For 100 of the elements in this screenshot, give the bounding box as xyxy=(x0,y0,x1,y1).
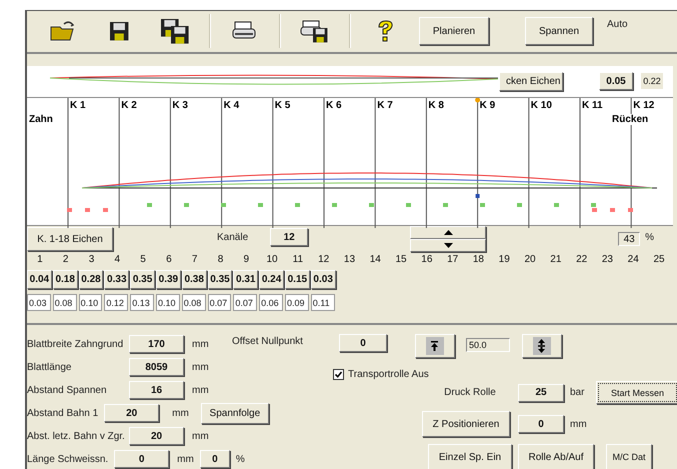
sequence-button[interactable]: Spannfolge xyxy=(200,402,269,424)
action-button[interactable]: Rolle Ab/Auf xyxy=(518,444,594,469)
pressure-label: Druck Rolle xyxy=(444,387,496,398)
channel-number: 17 xyxy=(446,253,460,268)
move-center-button[interactable] xyxy=(522,334,562,358)
channel-number: 24 xyxy=(626,253,640,268)
setting-label: Abstand Bahn 1 xyxy=(27,408,98,419)
channel-label: K 8 xyxy=(428,100,444,111)
calibrate-all-button[interactable]: K. 1-18 Eichen xyxy=(27,227,113,252)
action-button[interactable]: Einzel Sp. Ein xyxy=(428,444,512,469)
toolbar-button[interactable]: Planieren xyxy=(419,17,489,46)
transport-checkbox[interactable] xyxy=(333,368,344,380)
set-value-field[interactable]: 0.10 xyxy=(156,294,180,312)
channel-number: 18 xyxy=(472,253,485,268)
setting-label: Abstand Spannen xyxy=(27,384,108,396)
reading-field: 0.22 xyxy=(641,73,663,90)
tooth-side-label: Zahn xyxy=(29,114,53,125)
channel-label: K 10 xyxy=(530,100,552,111)
set-value-field[interactable]: 0.10 xyxy=(78,294,102,312)
channel-label: K 7 xyxy=(377,100,393,111)
measured-value: 0.31 xyxy=(233,270,258,290)
step-field[interactable]: 50.0 xyxy=(466,338,510,352)
pressure-field: 25 xyxy=(518,384,564,402)
mode-label: Auto xyxy=(607,19,628,30)
measured-value: 0.35 xyxy=(208,270,232,290)
percent-unit: % xyxy=(645,232,654,244)
channel-number: 16 xyxy=(420,253,434,268)
channel-number: 10 xyxy=(266,253,279,268)
start-measuring-button[interactable]: Start Messen xyxy=(596,381,677,404)
setting-field: 170 xyxy=(129,335,184,354)
channel-number: 11 xyxy=(292,253,304,268)
down-arrow-icon xyxy=(444,243,453,248)
set-value-field[interactable]: 0.12 xyxy=(104,294,128,312)
channel-number: 9 xyxy=(242,253,250,268)
channel-number: 4 xyxy=(114,253,122,268)
channel-number: 21 xyxy=(549,253,562,268)
save-all-icon xyxy=(160,18,190,44)
channels-field: 12 xyxy=(270,228,308,246)
channel-number: 22 xyxy=(575,253,588,268)
channel-number: 2 xyxy=(62,253,70,268)
unit-label: bar xyxy=(570,387,586,398)
channel-number: 20 xyxy=(523,253,537,268)
channel-number: 14 xyxy=(368,253,382,268)
set-value-field[interactable]: 0.03 xyxy=(27,294,51,312)
set-value-field[interactable]: 0.11 xyxy=(310,294,335,312)
toolbar-button[interactable]: Spannen xyxy=(525,17,593,46)
channels-label: Kanäle xyxy=(217,232,248,244)
setting-field: 0 xyxy=(200,450,230,468)
measured-value: 0.04 xyxy=(27,270,52,290)
channel-label: K 2 xyxy=(121,100,137,111)
measured-value: 0.18 xyxy=(52,270,78,290)
channel-label: K 11 xyxy=(582,100,603,111)
measured-value: 0.35 xyxy=(130,270,155,290)
channel-label: K 6 xyxy=(326,100,342,111)
channel-label: K 9 xyxy=(480,100,496,111)
channel-label: K 5 xyxy=(274,100,290,111)
measured-value: 0.03 xyxy=(310,270,336,290)
z-position-button[interactable]: Z Positionieren xyxy=(422,411,510,438)
channel-number: 19 xyxy=(498,253,511,268)
offset-field: 0 xyxy=(338,334,387,352)
set-value-field[interactable]: 0.08 xyxy=(182,294,206,312)
channel-number: 23 xyxy=(600,253,614,268)
setting-field: 8059 xyxy=(129,358,184,376)
action-button[interactable]: M/C Dat xyxy=(606,444,652,469)
set-value-field[interactable]: 0.13 xyxy=(130,294,154,312)
setting-field: 20 xyxy=(104,404,160,422)
unit-label: mm xyxy=(177,454,194,465)
z-position-field: 0 xyxy=(518,415,564,434)
setting-field: 0 xyxy=(114,450,170,468)
channel-number: 3 xyxy=(88,253,96,268)
unit-label: mm xyxy=(192,362,209,373)
unit-label: mm xyxy=(192,430,209,442)
set-value-field[interactable]: 0.08 xyxy=(52,294,77,312)
set-value-field[interactable]: 0.06 xyxy=(259,294,283,312)
scroll-down-button[interactable] xyxy=(410,239,486,252)
transport-label: Transportrolle Aus xyxy=(348,368,429,380)
set-value-field[interactable]: 0.07 xyxy=(208,294,232,312)
set-value-field[interactable]: 0.09 xyxy=(284,294,309,312)
channel-number: 1 xyxy=(36,253,44,268)
back-side-label: Rücken xyxy=(611,114,650,125)
offset-label: Offset Nullpunkt xyxy=(232,336,303,348)
calibrate-button[interactable]: cken Eichen xyxy=(499,72,563,91)
measured-value: 0.39 xyxy=(156,270,181,290)
setting-field: 20 xyxy=(129,427,184,446)
channel-number: 12 xyxy=(317,253,330,268)
set-value-field[interactable]: 0.07 xyxy=(233,294,258,312)
measured-value: 0.33 xyxy=(104,270,130,290)
unit-label: mm xyxy=(192,384,209,396)
setting-label: Blattbreite Zahngrund xyxy=(27,338,123,350)
measured-value: 0.28 xyxy=(78,270,104,290)
move-top-icon xyxy=(431,341,438,352)
move-top-button[interactable] xyxy=(414,334,455,358)
channel-number: 25 xyxy=(652,253,666,268)
channel-label: K 3 xyxy=(172,100,188,111)
channel-label: K 12 xyxy=(633,100,654,111)
move-center-icon xyxy=(538,339,546,354)
scroll-up-button[interactable] xyxy=(410,226,486,240)
unit-label: % xyxy=(236,454,245,465)
channel-number: 15 xyxy=(394,253,408,268)
setting-label: Abst. letz. Bahn v Zgr. xyxy=(27,430,123,442)
